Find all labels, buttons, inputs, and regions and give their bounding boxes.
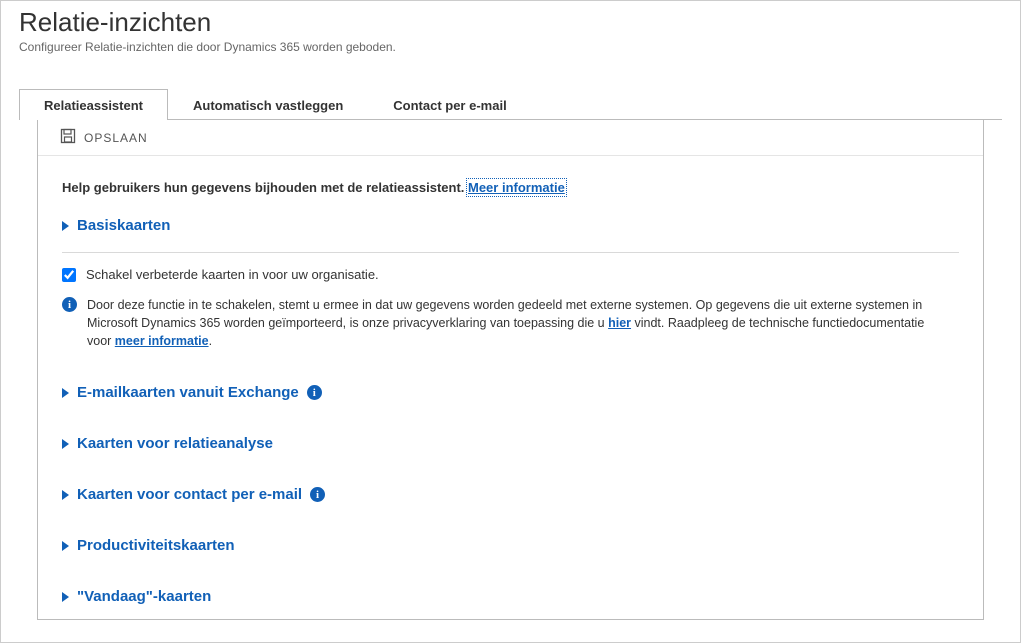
tab-bar: Relatieassistent Automatisch vastleggen … [19,88,1002,120]
section-basiskaarten[interactable]: Basiskaarten [62,217,959,234]
enable-enhanced-cards-checkbox[interactable] [62,268,76,282]
tab-automatisch-vastleggen[interactable]: Automatisch vastleggen [168,89,368,120]
chevron-right-icon [62,439,69,449]
section-productiviteit[interactable]: Productiviteitskaarten [62,537,959,554]
privacy-info-text: Door deze functie in te schakelen, stemt… [87,296,949,350]
chevron-right-icon [62,221,69,231]
tab-relatieassistent[interactable]: Relatieassistent [19,89,168,120]
divider [62,252,959,253]
section-relatieanalyse-label: Kaarten voor relatieanalyse [77,435,273,452]
enable-enhanced-cards-row: Schakel verbeterde kaarten in voor uw or… [62,267,959,282]
save-button-label: OPSLAAN [84,131,148,145]
save-button[interactable]: OPSLAAN [54,124,154,151]
enable-enhanced-cards-label: Schakel verbeterde kaarten in voor uw or… [86,267,379,282]
section-contact-email[interactable]: Kaarten voor contact per e-mail i [62,486,959,503]
privacy-here-link[interactable]: hier [608,316,631,330]
chevron-right-icon [62,541,69,551]
chevron-right-icon [62,490,69,500]
info-icon: i [62,297,77,312]
chevron-right-icon [62,592,69,602]
help-text: Help gebruikers hun gegevens bijhouden m… [62,180,468,195]
section-basiskaarten-label: Basiskaarten [77,217,170,234]
info-icon[interactable]: i [307,385,322,400]
privacy-info-block: i Door deze functie in te schakelen, ste… [62,296,959,350]
privacy-more-info-link[interactable]: meer informatie [115,334,209,348]
section-email-exchange-label: E-mailkaarten vanuit Exchange [77,384,299,401]
content-panel: OPSLAAN Help gebruikers hun gegevens bij… [37,120,984,620]
privacy-info-part3: . [209,334,212,348]
section-relatieanalyse[interactable]: Kaarten voor relatieanalyse [62,435,959,452]
section-productiviteit-label: Productiviteitskaarten [77,537,235,554]
section-email-exchange[interactable]: E-mailkaarten vanuit Exchange i [62,384,959,401]
section-vandaag-label: "Vandaag"-kaarten [77,588,211,605]
tab-contact-per-email[interactable]: Contact per e-mail [368,89,531,120]
toolbar: OPSLAAN [38,120,983,156]
help-more-info-link[interactable]: Meer informatie [468,180,565,195]
info-icon[interactable]: i [310,487,325,502]
scroll-area[interactable]: Help gebruikers hun gegevens bijhouden m… [38,156,983,619]
section-contact-email-label: Kaarten voor contact per e-mail [77,486,302,503]
save-icon [60,128,76,147]
page-title: Relatie-inzichten [19,7,1002,38]
help-line: Help gebruikers hun gegevens bijhouden m… [62,180,959,195]
page-subtitle: Configureer Relatie-inzichten die door D… [19,40,1002,54]
section-vandaag[interactable]: "Vandaag"-kaarten [62,588,959,605]
chevron-right-icon [62,388,69,398]
